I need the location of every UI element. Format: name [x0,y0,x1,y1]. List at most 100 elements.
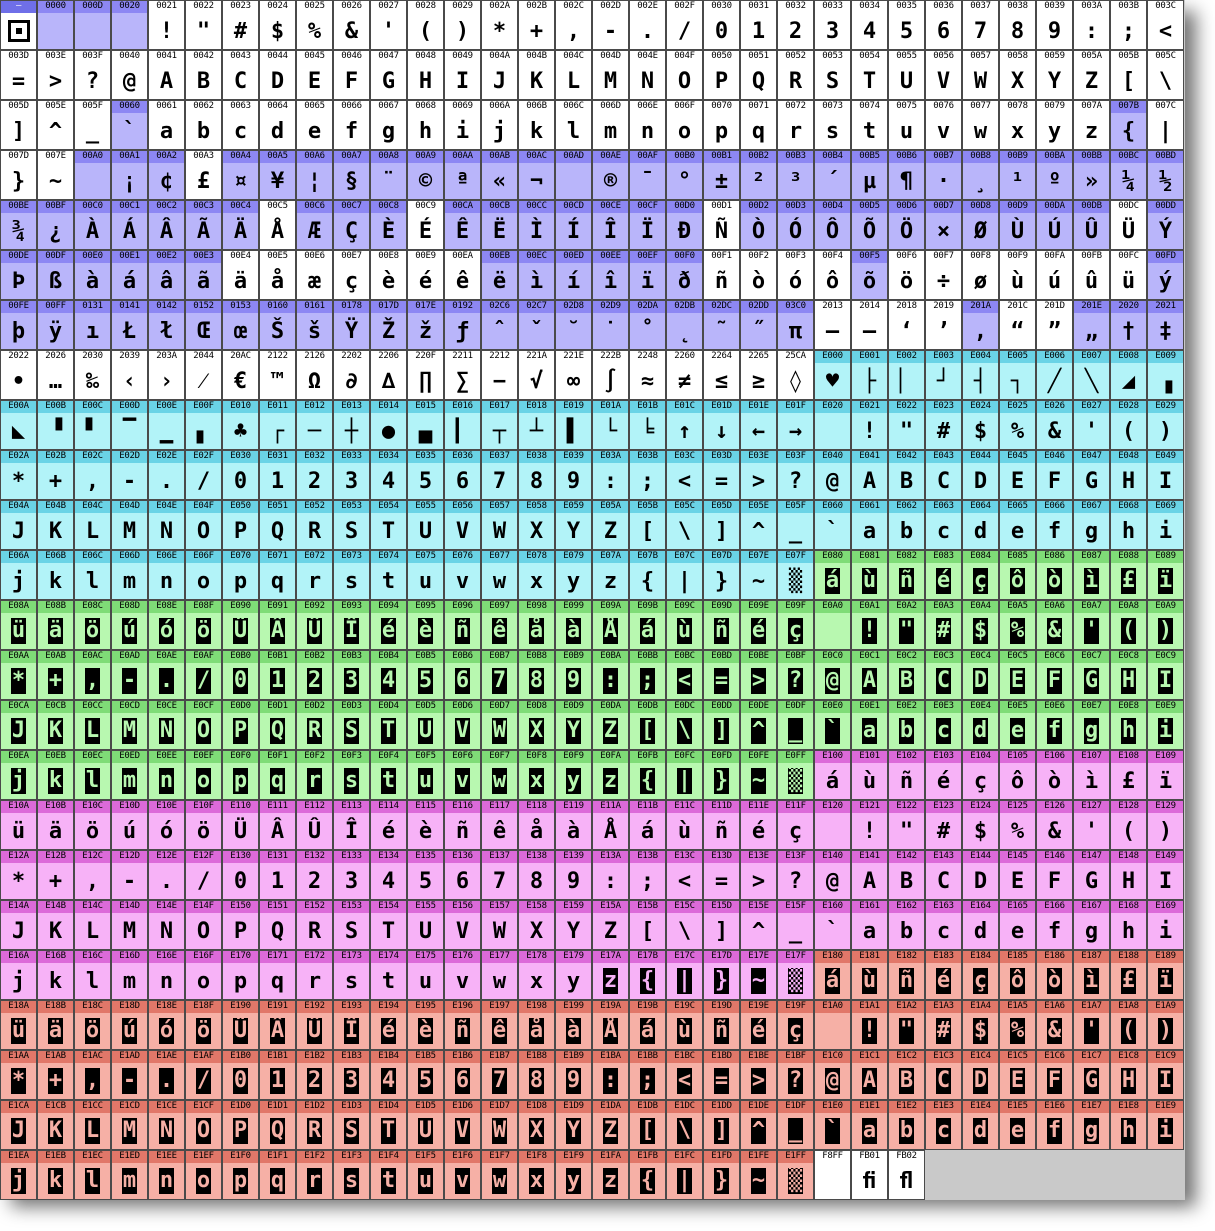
char-cell[interactable]: 201A ‚ [962,300,999,350]
char-cell[interactable]: E0D4 T [370,700,407,750]
char-cell[interactable]: E016 ▎ [444,400,481,450]
char-cell[interactable]: E086 ò [1036,550,1073,600]
char-cell[interactable]: E13A: [592,850,629,900]
char-cell[interactable]: E0E4 d [962,700,999,750]
char-cell[interactable]: 0027 ' [370,0,407,50]
char-cell[interactable]: E15B[ [629,900,666,950]
char-cell[interactable]: 0063 c [222,100,259,150]
char-cell[interactable]: E15E ^ [740,900,777,950]
char-cell[interactable]: E0D5 U [407,700,444,750]
char-cell[interactable]: E035 5 [407,450,444,500]
char-cell[interactable]: E0D9 Y [555,700,592,750]
char-cell[interactable]: 0043 C [222,50,259,100]
char-cell[interactable]: 25CA ◊ [777,350,814,400]
char-cell[interactable]: E0F7 w [481,750,518,800]
char-cell[interactable]: E05A Z [592,500,629,550]
char-cell[interactable]: E071 q [259,550,296,600]
char-cell[interactable]: 0059 Y [1036,50,1073,100]
char-cell[interactable]: E1DC \ [666,1100,703,1150]
char-cell[interactable]: E04A J [0,500,37,550]
char-cell[interactable]: 0022 " [185,0,222,50]
char-cell[interactable]: E0E8 h [1110,700,1147,750]
char-cell[interactable]: E0CE N [148,700,185,750]
char-cell[interactable]: E0F6 v [444,750,481,800]
char-cell[interactable]: E17A z [592,950,629,1000]
char-cell[interactable]: E168 h [1110,900,1147,950]
char-cell[interactable]: 00B5 µ [851,150,888,200]
char-cell[interactable]: 00A2 ¢ [148,150,185,200]
char-cell[interactable]: E04C L [74,500,111,550]
char-cell[interactable]: E1EB k [37,1150,74,1200]
char-cell[interactable]: E144 D [962,850,999,900]
char-cell[interactable]: 0058 X [999,50,1036,100]
char-cell[interactable]: E16D m [111,950,148,1000]
char-cell[interactable]: E13E > [740,850,777,900]
char-cell[interactable]: E0C4 D [962,650,999,700]
char-cell[interactable]: E08C ö [74,600,111,650]
char-cell[interactable]: 00DA Ú [1036,200,1073,250]
char-cell[interactable]: E1CC L [74,1100,111,1150]
char-cell[interactable]: E122 " [888,800,925,850]
char-cell[interactable]: E1D6 V [444,1100,481,1150]
char-cell[interactable]: 00FB û [1073,250,1110,300]
char-cell[interactable]: E111 Â [259,800,296,850]
char-cell[interactable]: E0C6 F [1036,650,1073,700]
char-cell[interactable]: 00E5 å [259,250,296,300]
char-cell[interactable]: E00A ◣ [0,400,37,450]
char-cell[interactable]: E073 s [333,550,370,600]
char-cell[interactable]: E0E6 f [1036,700,1073,750]
char-cell[interactable]: E02B + [37,450,74,500]
char-cell[interactable]: E185 ô [999,950,1036,1000]
char-cell[interactable]: E04B K [37,500,74,550]
char-cell[interactable]: E189 ï [1147,950,1184,1000]
char-cell[interactable]: 2044 ⁄ [185,350,222,400]
char-cell[interactable]: 00BC ¼ [1110,150,1147,200]
char-cell[interactable]: E196 ñ [444,1000,481,1050]
char-cell[interactable]: 017D Ž [370,300,407,350]
char-cell[interactable]: E0B1 1 [259,650,296,700]
char-cell[interactable]: E00D ▔ [111,400,148,450]
char-cell[interactable]: — [0,0,37,50]
char-cell[interactable]: E0E9 i [1147,700,1184,750]
char-cell[interactable]: E1BB; [629,1050,666,1100]
char-cell[interactable]: 220F ∏ [407,350,444,400]
char-cell[interactable]: E1F4 t [370,1150,407,1200]
char-cell[interactable]: E0EA j [0,750,37,800]
char-cell[interactable]: E054 T [370,500,407,550]
char-cell[interactable]: E1D0 P [222,1100,259,1150]
char-cell[interactable]: 00F7 ÷ [925,250,962,300]
char-cell[interactable]: E14A J [0,900,37,950]
char-cell[interactable]: E1F3 s [333,1150,370,1200]
char-cell[interactable]: 0037 7 [962,0,999,50]
char-cell[interactable]: E018 ┴ [518,400,555,450]
char-cell[interactable]: E04E N [148,500,185,550]
char-cell[interactable]: 00CB Ë [481,200,518,250]
char-cell[interactable]: 00A7 § [333,150,370,200]
char-cell[interactable]: E060 ` [814,500,851,550]
char-cell[interactable]: E05C \ [666,500,703,550]
char-cell[interactable]: E143 C [925,850,962,900]
char-cell[interactable]: E1B8 8 [518,1050,555,1100]
char-cell[interactable]: E0A0 [814,600,851,650]
char-cell[interactable]: E1EF o [185,1150,222,1200]
char-cell[interactable]: E0CA J [0,700,37,750]
char-cell[interactable]: E159 Y [555,900,592,950]
char-cell[interactable]: 00F6 ö [888,250,925,300]
char-cell[interactable]: E1DD] [703,1100,740,1150]
char-cell[interactable]: E166 f [1036,900,1073,950]
char-cell[interactable]: E1F1 q [259,1150,296,1200]
char-cell[interactable]: E1D1 Q [259,1100,296,1150]
char-cell[interactable]: E021! [851,400,888,450]
char-cell[interactable]: 00E6 æ [296,250,333,300]
char-cell[interactable]: E027 ' [1073,400,1110,450]
char-cell[interactable]: E1FE ~ [740,1150,777,1200]
char-cell[interactable]: 00D5 Õ [851,200,888,250]
char-cell[interactable]: E1A4 $ [962,1000,999,1050]
char-cell[interactable]: 00F1 ñ [703,250,740,300]
char-cell[interactable]: 0042 B [185,50,222,100]
char-cell[interactable]: E0EB k [37,750,74,800]
char-cell[interactable]: 00B3 ³ [777,150,814,200]
char-cell[interactable]: 0192 ƒ [444,300,481,350]
char-cell[interactable]: E0E1 a [851,700,888,750]
char-cell[interactable]: 0056 V [925,50,962,100]
